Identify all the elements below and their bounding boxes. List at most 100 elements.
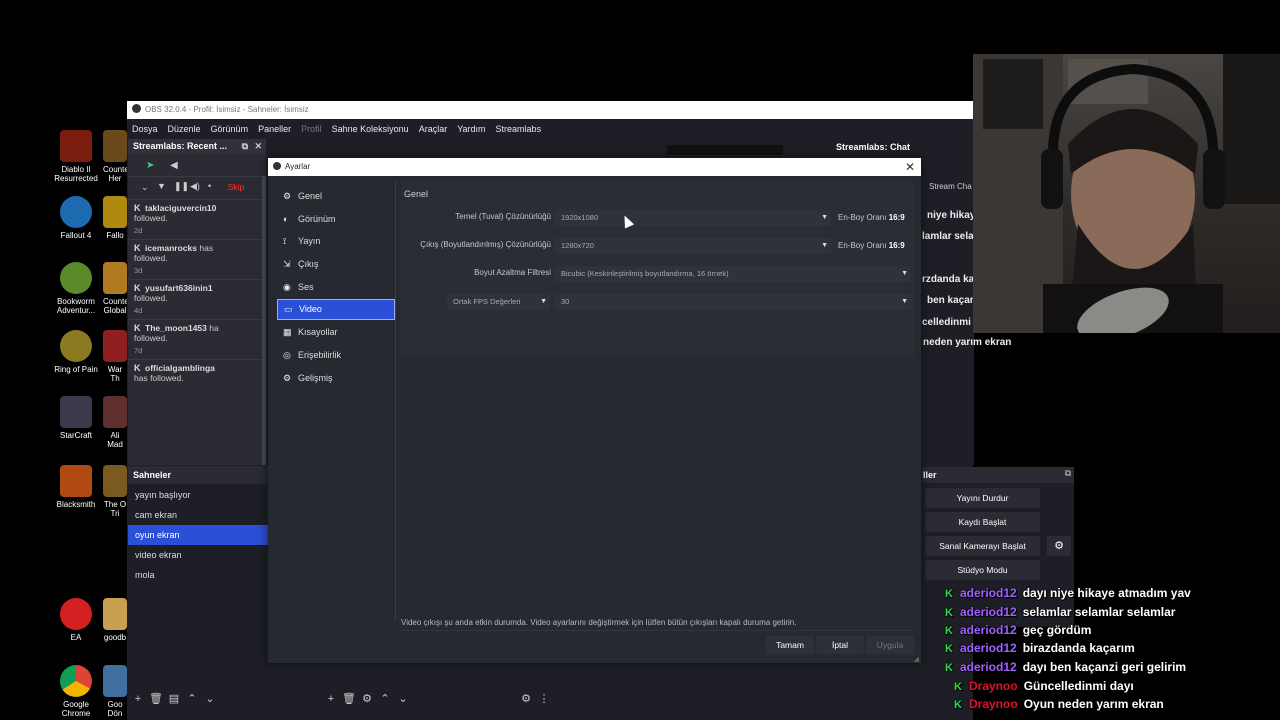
desktop-icon-partial[interactable]: The O Tri (103, 465, 127, 518)
start-virtual-camera-button[interactable]: Sanal Kamerayı Başlat (925, 536, 1040, 556)
scrollbar[interactable] (262, 176, 266, 465)
trash-icon[interactable]: 🗑 (147, 692, 165, 705)
start-recording-button[interactable]: Kaydı Başlat (925, 512, 1040, 532)
desktop-icon-partial[interactable]: War Th (103, 330, 127, 383)
nav-kisayollar[interactable]: ▦ Kısayollar (277, 322, 395, 343)
nav-gorunum[interactable]: ◐ Görünüm (277, 209, 395, 230)
overlay-chat-line: Kaderiod12 birazdanda kaçarım (945, 641, 1135, 655)
move-up-icon[interactable]: ⌃ (376, 692, 394, 705)
nav-cikis[interactable]: ⇲ Çıkış (277, 254, 395, 275)
ea-icon (60, 598, 92, 630)
chat-line: neden yarım ekran (923, 337, 1012, 348)
skip-button[interactable]: Skip (222, 180, 250, 195)
nav-yayin[interactable]: ⟟ Yayın (277, 231, 395, 252)
desktop-icon-partial[interactable]: goodb (103, 598, 127, 642)
filter-icon[interactable]: ▤ (165, 692, 183, 705)
kick-badge-icon: K (954, 681, 962, 693)
starcraft-icon (60, 396, 92, 428)
desktop-icon-ea[interactable]: EA (53, 598, 99, 642)
desktop-icon-diablo[interactable]: Diablo II Resurrected (53, 130, 99, 183)
desktop-icon-label: Fallo (106, 231, 124, 240)
aspect-value: 16:9 (888, 213, 905, 222)
more-icon[interactable]: ⋮ (535, 692, 553, 705)
nav-gelismis[interactable]: ⚙ Gelişmiş (277, 368, 395, 389)
menu-paneller[interactable]: Paneller (253, 119, 296, 139)
move-down-icon[interactable]: ⌄ (394, 692, 412, 705)
desktop-icon-partial[interactable]: Goo Dön (103, 665, 127, 718)
volume-icon[interactable]: ◀) (190, 181, 200, 192)
menu-streamlabs[interactable]: Streamlabs (491, 119, 547, 139)
menu-yardim[interactable]: Yardım (452, 119, 490, 139)
filter-icon[interactable]: ▼ (157, 181, 166, 191)
scene-item-selected[interactable]: oyun ekran (128, 525, 268, 545)
desktop-icon-label: Goo Dön (107, 700, 123, 718)
desktop-icon-partial[interactable]: Ali Mad (103, 396, 127, 449)
fps-type-combo[interactable]: Ortak FPS Değerleri ▼ (447, 294, 550, 310)
menu-dosya[interactable]: Dosya (127, 119, 163, 139)
chat-dock-body: Stream Cha niye hikay lamlar selam rzdan… (922, 175, 983, 465)
float-icon[interactable]: ⧉ (1065, 468, 1071, 479)
megaphone-icon[interactable]: ◀ (170, 160, 178, 171)
pause-icon[interactable]: ❚❚ (174, 181, 189, 192)
desktop-icon-ring-of-pain[interactable]: Ring of Pain (53, 330, 99, 374)
nav-video-selected[interactable]: ▭ Video (277, 299, 395, 321)
base-resolution-combo[interactable]: 1920x1080 ▼ (555, 210, 831, 226)
event-action: followed. (134, 213, 168, 223)
desktop-icon-partial[interactable]: Counte Global (103, 262, 127, 315)
close-icon[interactable]: ✕ (254, 139, 262, 154)
event-suffix: ha (209, 323, 219, 333)
nav-erisebilirlik[interactable]: ◎ Erişebilirlik (277, 345, 395, 366)
ok-button[interactable]: Tamam (766, 636, 814, 654)
virtual-camera-settings-icon[interactable]: ⚙ (1047, 536, 1071, 556)
studio-mode-button[interactable]: Stüdyo Modu (925, 560, 1040, 580)
desktop-icon-blacksmith[interactable]: Blacksmith (53, 465, 99, 509)
gear-icon[interactable]: ⚙ (517, 692, 535, 705)
chat-overlay: Kaderiod12 dayı niye hikaye atmadım yav K… (940, 586, 1280, 720)
nav-label: Video (299, 304, 322, 315)
scene-item[interactable]: yayın başlıyor (128, 485, 268, 505)
trash-icon[interactable]: 🗑 (340, 692, 358, 705)
desktop-icon-partial[interactable]: Fallo (103, 196, 127, 240)
fps-value: 30 (561, 297, 570, 306)
move-up-icon[interactable]: ⌃ (183, 692, 201, 705)
nav-genel[interactable]: ⚙ Genel (277, 186, 395, 207)
add-icon[interactable]: + (129, 693, 147, 705)
nav-ses[interactable]: ◉ Ses (277, 277, 395, 298)
downscale-filter-combo[interactable]: Bicubic (Keskinleştirilmiş boyutlandırma… (555, 266, 911, 282)
broadcast-icon: ⟟ (283, 236, 287, 247)
scene-item[interactable]: mola (128, 565, 268, 585)
close-icon[interactable]: ✕ (905, 158, 915, 176)
desktop-icon-label: Diablo II Resurrected (54, 165, 98, 183)
menu-duzenle[interactable]: Düzenle (163, 119, 206, 139)
desktop-icon-bookworm[interactable]: Bookworm Adventur... (53, 262, 99, 315)
settings-title: Ayarlar (285, 162, 311, 171)
more-icon[interactable]: • (208, 181, 211, 191)
scene-item[interactable]: cam ekran (128, 505, 268, 525)
desktop-icon-starcraft[interactable]: StarCraft (53, 396, 99, 440)
resize-grip-icon[interactable]: ◢ (914, 655, 919, 663)
desktop-icon-label: Blacksmith (56, 500, 96, 509)
webcam-image (973, 54, 1280, 333)
desktop-icon-fallout[interactable]: Fallout 4 (53, 196, 99, 240)
scene-item[interactable]: video ekran (128, 545, 268, 565)
send-icon[interactable]: ➤ (146, 160, 154, 171)
stop-stream-button[interactable]: Yayını Durdur (925, 488, 1040, 508)
output-resolution-combo[interactable]: 1280x720 ▼ (555, 238, 831, 254)
gear-icon[interactable]: ⚙ (358, 692, 376, 705)
cancel-button[interactable]: İptal (816, 636, 864, 654)
diablo-icon (60, 130, 92, 162)
move-down-icon[interactable]: ⌄ (201, 692, 219, 705)
chevron-down-icon[interactable]: ⌄ (141, 182, 149, 193)
menu-araclar[interactable]: Araçlar (414, 119, 453, 139)
scenes-title: Sahneler (128, 466, 268, 484)
fps-value-combo[interactable]: 30 ▼ (555, 294, 911, 310)
apply-button[interactable]: Uygula (866, 636, 914, 654)
menu-profil[interactable]: Profil (296, 119, 327, 139)
float-icon[interactable]: ⧉ (242, 139, 248, 154)
menu-sahne-koleksiyonu[interactable]: Sahne Koleksiyonu (327, 119, 414, 139)
desktop-icon-chrome[interactable]: Google Chrome (53, 665, 99, 718)
add-icon[interactable]: + (322, 693, 340, 705)
desktop-icon-partial[interactable]: Counte Her (103, 130, 127, 183)
menu-gorunum[interactable]: Görünüm (206, 119, 254, 139)
chat-dock-sub: Stream Cha (929, 182, 972, 191)
